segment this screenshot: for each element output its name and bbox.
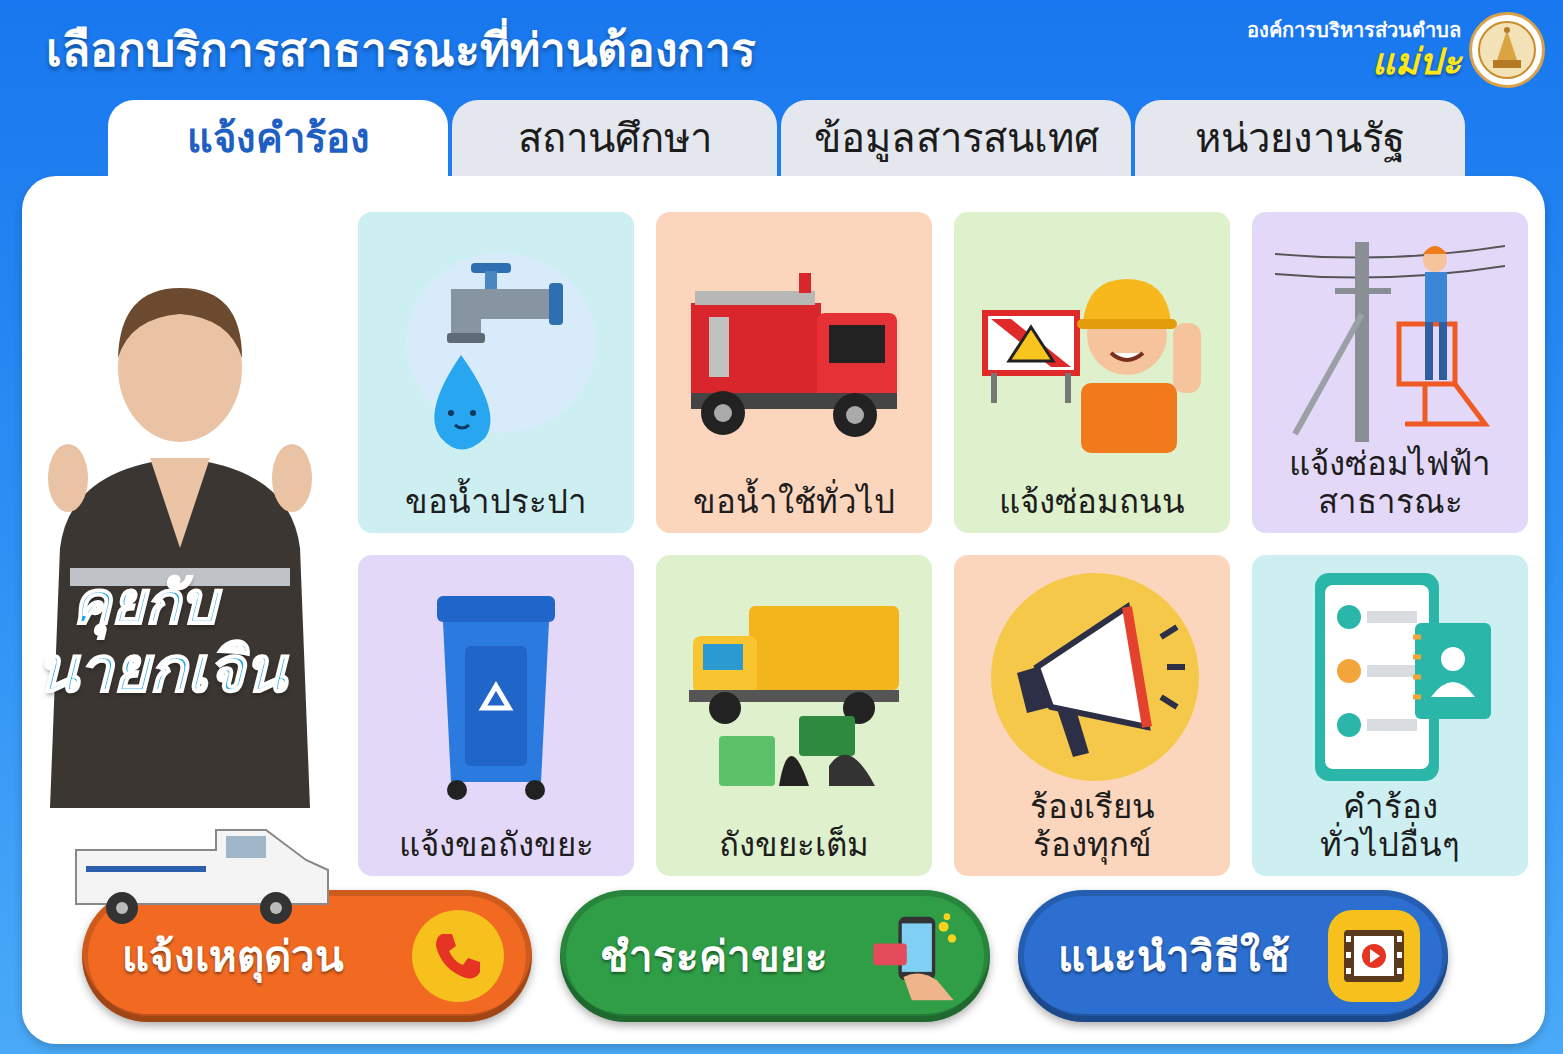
service-card[interactable]: แจ้งขอถังขยะ (358, 555, 634, 876)
service-label: คำร้องทั่วไปอื่นๆ (1320, 788, 1460, 864)
service-label: แจ้งซ่อมถนน (999, 483, 1185, 521)
phone-icon (412, 910, 504, 1002)
action-button[interactable]: ชำระค่าขยะ (560, 890, 990, 1022)
service-label: ร้องเรียนร้องทุกข์ (1030, 788, 1155, 864)
page-title: เลือกบริการสาธารณะที่ท่านต้องการ (46, 16, 756, 85)
service-label: ถังขยะเต็ม (719, 826, 869, 864)
tab-bar: แจ้งคำร้องสถานศึกษาข้อมูลสารสนเทศหน่วยงา… (0, 100, 1563, 176)
service-label-line: แจ้งซ่อมถนน (999, 483, 1185, 521)
service-label-line: แจ้งซ่อมไฟฟ้า (1289, 445, 1491, 483)
org-logo: องค์การบริหารส่วนตำบล แม่ปะ (1247, 12, 1545, 88)
service-label: ขอน้ำใช้ทั่วไป (693, 483, 895, 521)
service-label: ขอน้ำประปา (405, 483, 587, 521)
action-button[interactable]: แจ้งเหตุด่วน (82, 890, 532, 1022)
org-label: องค์การบริหารส่วนตำบล (1247, 18, 1461, 42)
mobile-payment-icon (870, 910, 962, 1002)
tab[interactable]: ข้อมูลสารสนเทศ (781, 100, 1131, 176)
action-label: แจ้งเหตุด่วน (122, 925, 394, 988)
service-grid: ขอน้ำประปา ขอน้ำใช้ทั่วไป แจ้งซ่อมถนน แจ้งซ… (358, 212, 1528, 876)
contact-list-icon (1260, 565, 1520, 788)
org-name: แม่ปะ (1247, 42, 1461, 82)
service-card[interactable]: แจ้งซ่อมถนน (954, 212, 1230, 533)
promo-label: คุยกับ นายกเจิน (36, 572, 346, 704)
service-card[interactable]: แจ้งซ่อมไฟฟ้าสาธารณะ (1252, 212, 1528, 533)
service-label-line: ขอน้ำใช้ทั่วไป (693, 483, 895, 521)
service-label-line: คำร้อง (1320, 788, 1460, 826)
tab[interactable]: หน่วยงานรัฐ (1135, 100, 1465, 176)
emblem-icon (1469, 12, 1545, 88)
service-card[interactable]: ร้องเรียนร้องทุกข์ (954, 555, 1230, 876)
tap-water-icon (366, 222, 626, 483)
action-label: ชำระค่าขยะ (600, 925, 852, 988)
service-label: แจ้งซ่อมไฟฟ้าสาธารณะ (1289, 445, 1491, 521)
service-card[interactable]: ขอน้ำใช้ทั่วไป (656, 212, 932, 533)
video-guide-icon (1328, 910, 1420, 1002)
tab[interactable]: สถานศึกษา (452, 100, 777, 176)
ambulance-icon (66, 820, 336, 930)
electric-repair-icon (1260, 222, 1520, 445)
action-button[interactable]: แนะนำวิธีใช้ (1018, 890, 1448, 1022)
service-label-line: ร้องทุกข์ (1030, 826, 1155, 864)
garbage-truck-icon (664, 565, 924, 826)
header: เลือกบริการสาธารณะที่ท่านต้องการ องค์การ… (0, 0, 1563, 100)
road-worker-icon (962, 222, 1222, 483)
mayor-photo (30, 248, 330, 808)
service-panel: คุยกับ นายกเจิน ขอน้ำประปา ขอน้ำใช้ทั่วไป… (22, 176, 1545, 1044)
action-label: แนะนำวิธีใช้ (1058, 925, 1310, 988)
action-bar: แจ้งเหตุด่วน ชำระค่าขยะ แนะนำวิธีใช้ (22, 890, 1509, 1022)
promo-line: นายกเจิน (36, 636, 346, 704)
promo-line: คุยกับ (36, 572, 346, 636)
service-label-line: ถังขยะเต็ม (719, 826, 869, 864)
fire-truck-icon (664, 222, 924, 483)
service-label-line: แจ้งขอถังขยะ (399, 826, 594, 864)
megaphone-icon (962, 565, 1222, 788)
recycle-bin-icon (366, 565, 626, 826)
service-card[interactable]: คำร้องทั่วไปอื่นๆ (1252, 555, 1528, 876)
service-label-line: ร้องเรียน (1030, 788, 1155, 826)
service-label: แจ้งขอถังขยะ (399, 826, 594, 864)
promo-area[interactable]: คุยกับ นายกเจิน (22, 212, 336, 876)
service-card[interactable]: ถังขยะเต็ม (656, 555, 932, 876)
tab[interactable]: แจ้งคำร้อง (108, 100, 448, 176)
service-label-line: ทั่วไปอื่นๆ (1320, 826, 1460, 864)
service-label-line: ขอน้ำประปา (405, 483, 587, 521)
service-label-line: สาธารณะ (1289, 483, 1491, 521)
service-card[interactable]: ขอน้ำประปา (358, 212, 634, 533)
